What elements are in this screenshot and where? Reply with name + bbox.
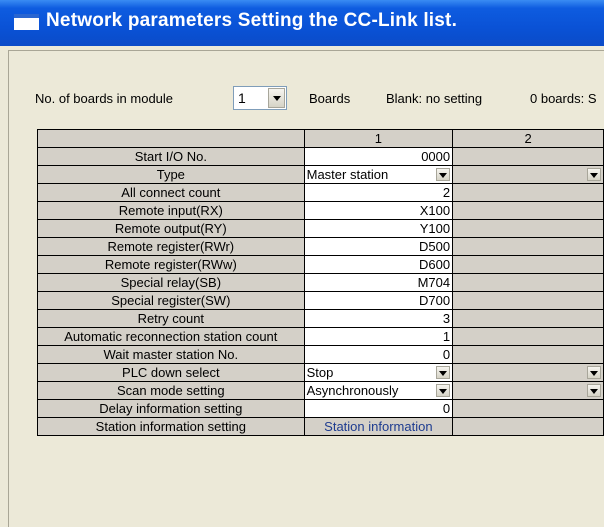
chevron-down-icon: [439, 388, 448, 394]
column-2-cell[interactable]: [452, 183, 604, 202]
corner-header: [37, 129, 305, 148]
table-row: Wait master station No. 0: [37, 345, 604, 364]
column-2-cell[interactable]: [452, 363, 604, 382]
column-2-cell[interactable]: [452, 201, 604, 220]
table-row: Remote register(RWr) D500: [37, 237, 604, 256]
column-2-cell[interactable]: [452, 237, 604, 256]
value-cell[interactable]: D500: [303, 237, 454, 256]
table-row: Scan mode setting Asynchronously: [37, 381, 604, 400]
window-title: Network parameters Setting the CC-Link l…: [46, 10, 458, 31]
row-label: Wait master station No.: [37, 345, 305, 364]
table-row: PLC down select Stop: [37, 363, 604, 382]
column-2-cell[interactable]: [452, 291, 604, 310]
row-label: Station information setting: [37, 417, 305, 436]
value-cell[interactable]: X100: [303, 201, 454, 220]
cc-link-grid: 1 2 Start I/O No. 0000 Type Master station A…: [37, 129, 604, 526]
boards-toolbar: No. of boards in module 1 Boards Blank: …: [0, 84, 604, 114]
table-row: All connect count 2: [37, 183, 604, 202]
select-cell[interactable]: Stop: [303, 363, 454, 382]
row-label: Remote input(RX): [37, 201, 305, 220]
dropdown-button[interactable]: [436, 384, 451, 397]
value-cell[interactable]: 1: [303, 327, 454, 346]
table-row: Remote output(RY) Y100: [37, 219, 604, 238]
column-header-1[interactable]: 1: [303, 129, 454, 148]
dropdown-button[interactable]: [587, 384, 601, 397]
dropdown-button[interactable]: [436, 168, 451, 181]
table-row: Retry count 3: [37, 309, 604, 328]
value-cell[interactable]: 3: [303, 309, 454, 328]
chevron-down-icon: [590, 172, 598, 178]
row-label: Type: [37, 165, 305, 184]
select-value: Master station: [306, 167, 389, 182]
row-label: Delay information setting: [37, 399, 305, 418]
dropdown-button[interactable]: [436, 366, 451, 379]
value-cell[interactable]: M704: [303, 273, 454, 292]
row-label: Retry count: [37, 309, 305, 328]
table-row: Remote register(RWw) D600: [37, 255, 604, 274]
select-cell[interactable]: Asynchronously: [303, 381, 454, 400]
column-2-cell[interactable]: [452, 381, 604, 400]
chevron-down-icon: [590, 388, 598, 394]
settings-table: 1 2 Start I/O No. 0000 Type Master station A…: [37, 129, 604, 436]
column-2-cell[interactable]: [452, 327, 604, 346]
blank-note: Blank: no setting: [386, 91, 483, 106]
dropdown-button[interactable]: [587, 366, 601, 379]
value-cell[interactable]: Y100: [303, 219, 454, 238]
select-cell[interactable]: Master station: [303, 165, 454, 184]
chevron-down-icon: [439, 370, 448, 376]
chevron-down-icon: [272, 96, 281, 101]
column-2-cell[interactable]: [452, 255, 604, 274]
title-bar: Network parameters Setting the CC-Link l…: [0, 0, 604, 46]
table-row: Type Master station: [37, 165, 604, 184]
window-icon: [14, 14, 39, 30]
boards-dropdown-button[interactable]: [268, 88, 285, 108]
row-label: Automatic reconnection station count: [37, 327, 305, 346]
station-information-button[interactable]: Station information: [303, 417, 454, 436]
table-row: Automatic reconnection station count 1: [37, 327, 604, 346]
value-cell[interactable]: D700: [303, 291, 454, 310]
boards-label: No. of boards in module: [35, 91, 174, 106]
row-label: All connect count: [37, 183, 305, 202]
boards-count-select[interactable]: 1: [233, 86, 287, 110]
column-2-cell[interactable]: [452, 399, 604, 418]
row-label: Special register(SW): [37, 291, 305, 310]
network-parameters-window: Network parameters Setting the CC-Link l…: [0, 0, 604, 527]
row-label: Special relay(SB): [37, 273, 305, 292]
column-header-2[interactable]: 2: [452, 129, 604, 148]
column-2-cell[interactable]: [452, 309, 604, 328]
boards-suffix: Boards: [309, 91, 351, 106]
station-information-label: Station information: [324, 419, 433, 434]
value-cell[interactable]: 0000: [303, 147, 454, 166]
dropdown-button[interactable]: [587, 168, 601, 181]
column-2-cell[interactable]: [452, 165, 604, 184]
column-2-cell[interactable]: [452, 417, 604, 436]
table-row: Delay information setting 0: [37, 399, 604, 418]
row-label: Remote register(RWr): [37, 237, 305, 256]
table-row: Station information setting Station infor…: [37, 417, 604, 436]
column-2-cell[interactable]: [452, 147, 604, 166]
value-cell[interactable]: 0: [303, 345, 454, 364]
chevron-down-icon: [439, 172, 448, 178]
row-label: Remote register(RWw): [37, 255, 305, 274]
column-2-cell[interactable]: [452, 273, 604, 292]
chevron-down-icon: [590, 370, 598, 376]
zero-boards-note: 0 boards: S: [530, 91, 597, 106]
row-label: PLC down select: [37, 363, 305, 382]
table-row: Start I/O No. 0000: [37, 147, 604, 166]
table-row: Special relay(SB) M704: [37, 273, 604, 292]
row-label: Scan mode setting: [37, 381, 305, 400]
table-row: Remote input(RX) X100: [37, 201, 604, 220]
column-2-cell[interactable]: [452, 219, 604, 238]
value-cell[interactable]: 0: [303, 399, 454, 418]
value-cell[interactable]: D600: [303, 255, 454, 274]
select-value: Stop: [306, 365, 334, 380]
select-value: Asynchronously: [306, 383, 399, 398]
table-row: Special register(SW) D700: [37, 291, 604, 310]
value-cell[interactable]: 2: [303, 183, 454, 202]
header-row: 1 2: [37, 129, 604, 148]
row-label: Remote output(RY): [37, 219, 305, 238]
boards-count-value: 1: [238, 90, 246, 106]
column-2-cell[interactable]: [452, 345, 604, 364]
row-label: Start I/O No.: [37, 147, 305, 166]
